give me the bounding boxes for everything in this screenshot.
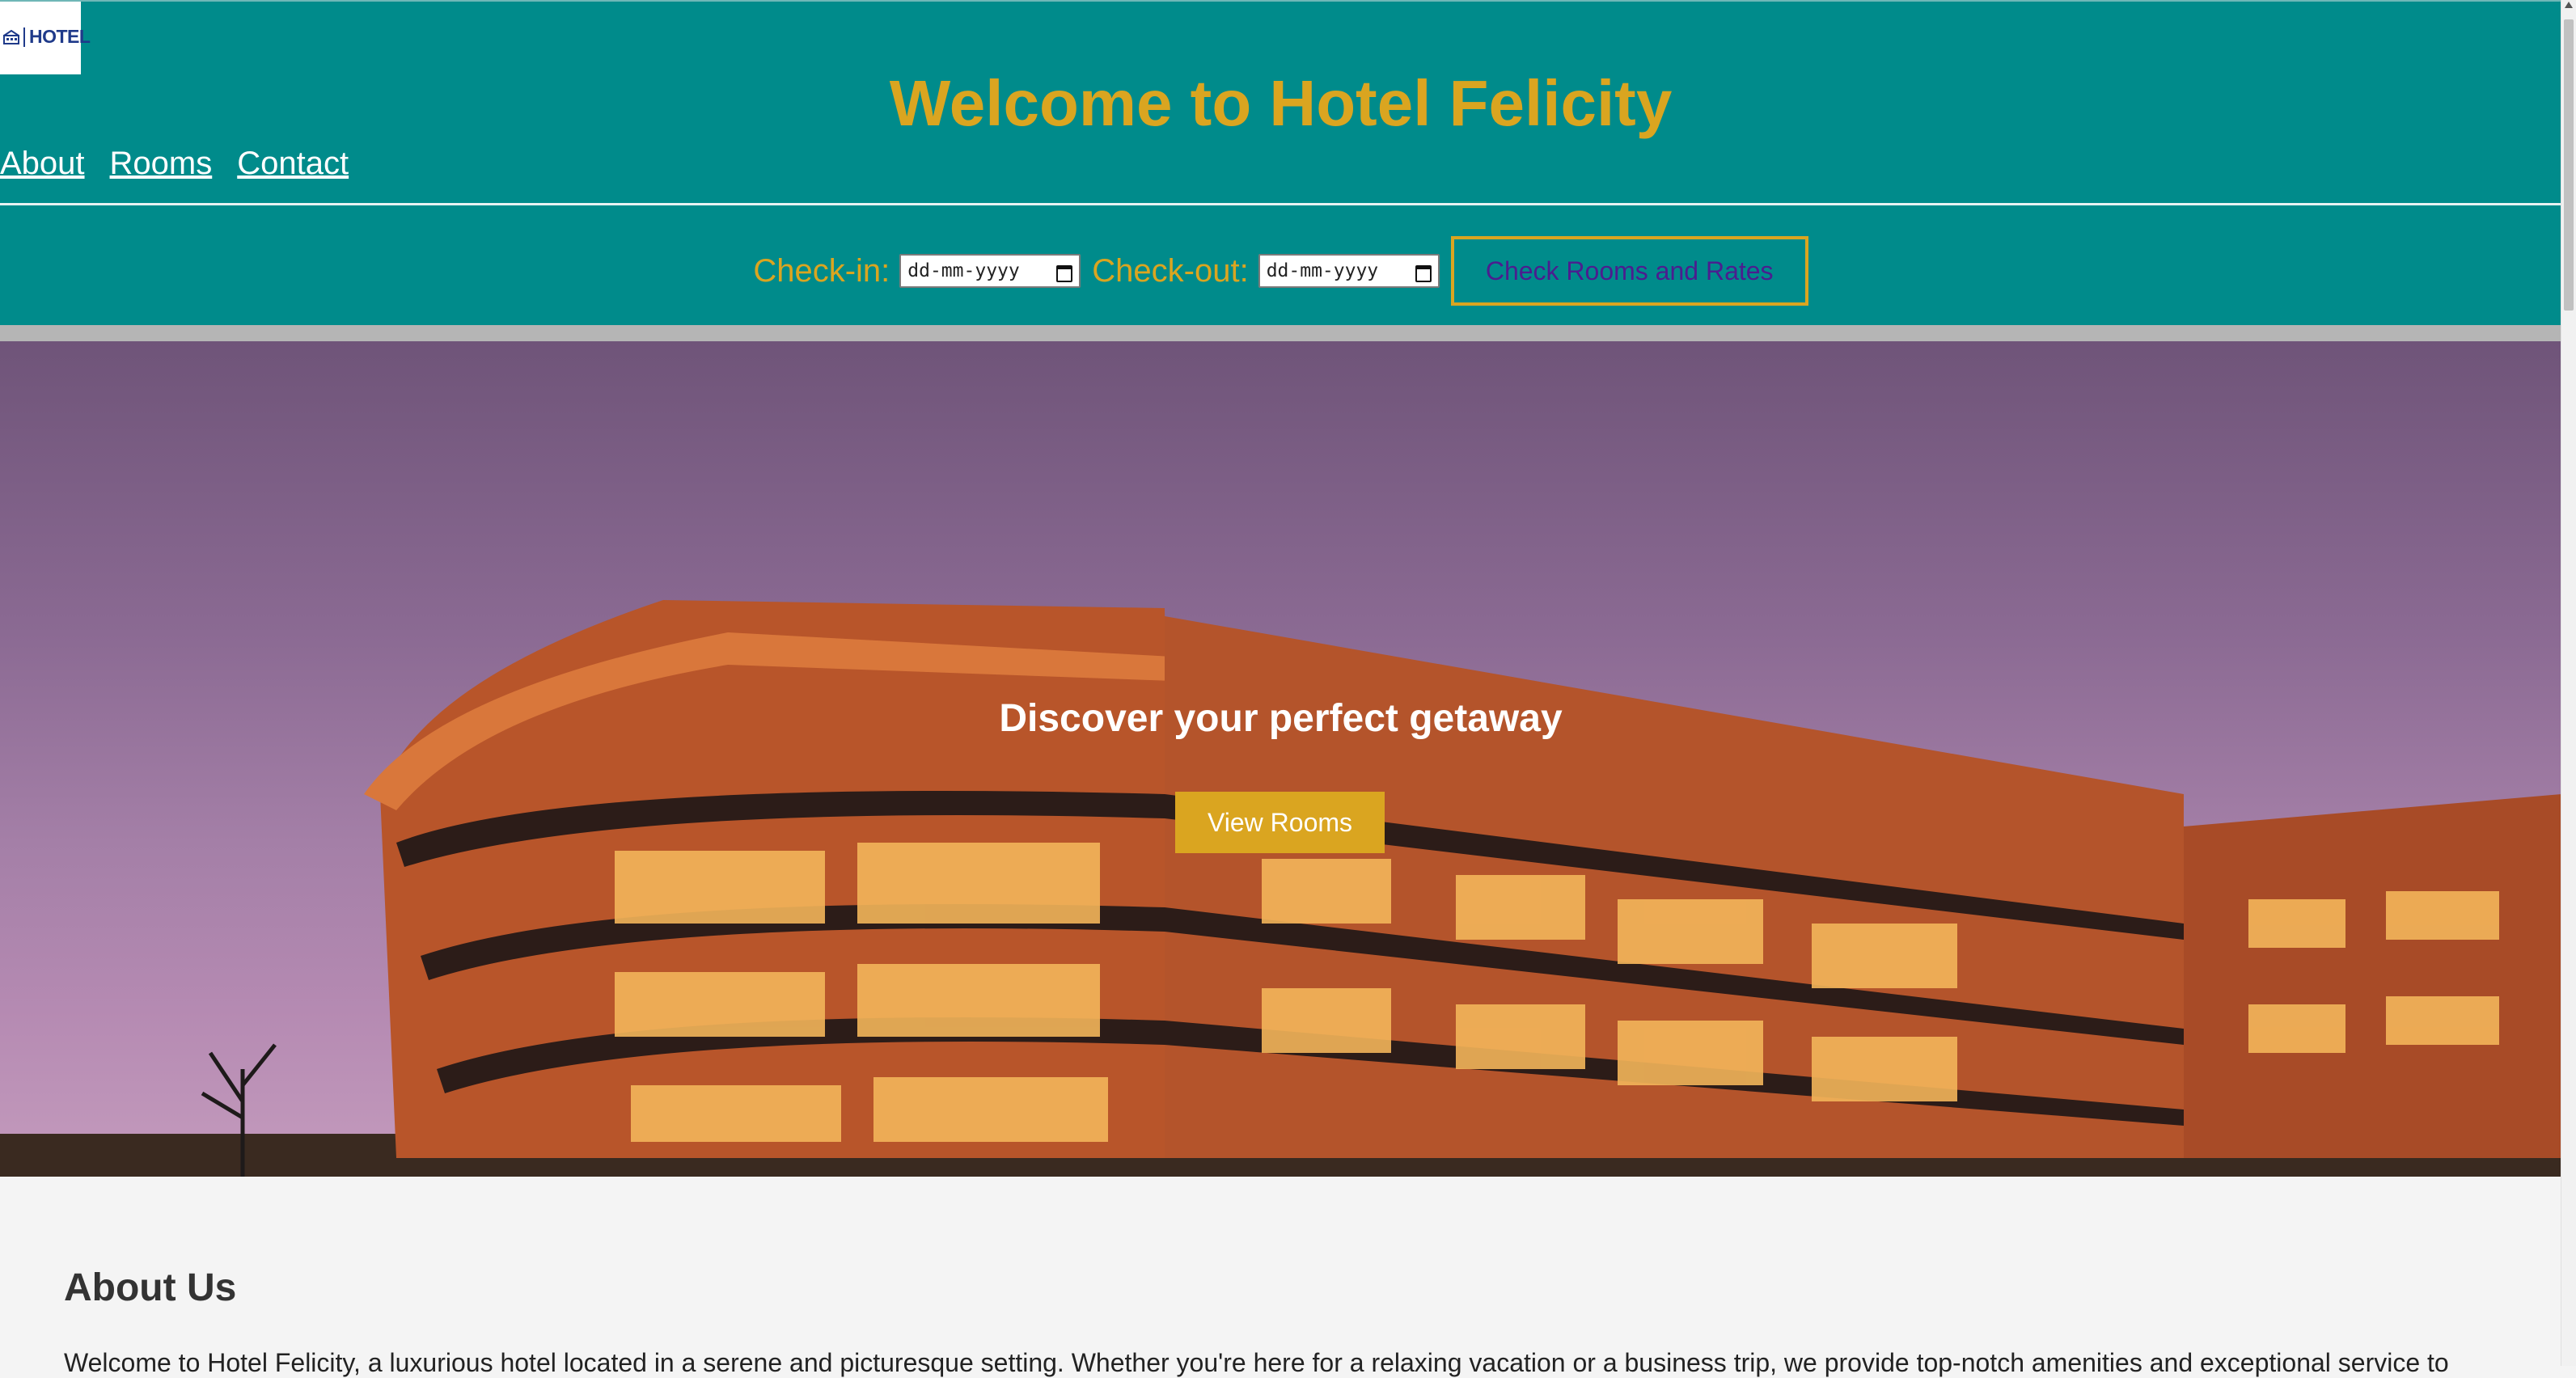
site-header: HOTEL Welcome to Hotel Felicity About Ro… [0,0,2561,204]
hotel-logo-inner: HOTEL [3,26,91,48]
logo-text: HOTEL [29,26,91,47]
hero-top-bar [0,325,2561,341]
calendar-icon[interactable] [1414,262,1432,282]
hotel-building-illustration [0,600,2561,1177]
page-title: Welcome to Hotel Felicity [889,67,1673,139]
page: HOTEL Welcome to Hotel Felicity About Ro… [0,0,2561,1377]
logo-separator [23,27,25,47]
checkout-date-value: dd-mm-yyyy [1266,260,1379,281]
hotel-logo[interactable]: HOTEL [0,2,91,74]
checkout-date-input[interactable]: dd-mm-yyyy [1258,254,1440,288]
hero-headline: Discover your perfect getaway [999,697,1563,740]
nav-link-rooms[interactable]: Rooms [110,146,213,182]
about-section: About Us Welcome to Hotel Felicity, a lu… [0,1177,2561,1377]
calendar-icon[interactable] [1055,262,1073,282]
checkin-date-input[interactable]: dd-mm-yyyy [899,254,1081,288]
booking-bar: Check-in: dd-mm-yyyy Check-out: dd-mm-yy… [0,205,2561,325]
page-scrollbar[interactable] [2561,0,2576,1366]
scroll-up-icon[interactable] [2565,2,2573,8]
checkin-date-value: dd-mm-yyyy [907,260,1020,281]
main-nav: About Rooms Contact [0,146,349,182]
nav-link-about[interactable]: About [0,146,85,182]
scrollbar-thumb[interactable] [2564,19,2574,311]
booking-form: Check-in: dd-mm-yyyy Check-out: dd-mm-yy… [0,236,2561,306]
about-text: Welcome to Hotel Felicity, a luxurious h… [64,1348,2449,1377]
checkout-label: Check-out: [1092,252,1249,289]
hero-banner: Discover your perfect getaway View Rooms [0,341,2561,1177]
nav-link-contact[interactable]: Contact [237,146,349,182]
hotel-logo-icon [3,29,19,44]
view-rooms-button[interactable]: View Rooms [1175,792,1385,853]
check-rooms-button[interactable]: Check Rooms and Rates [1450,236,1808,306]
about-heading: About Us [64,1266,237,1309]
checkin-label: Check-in: [753,252,890,289]
